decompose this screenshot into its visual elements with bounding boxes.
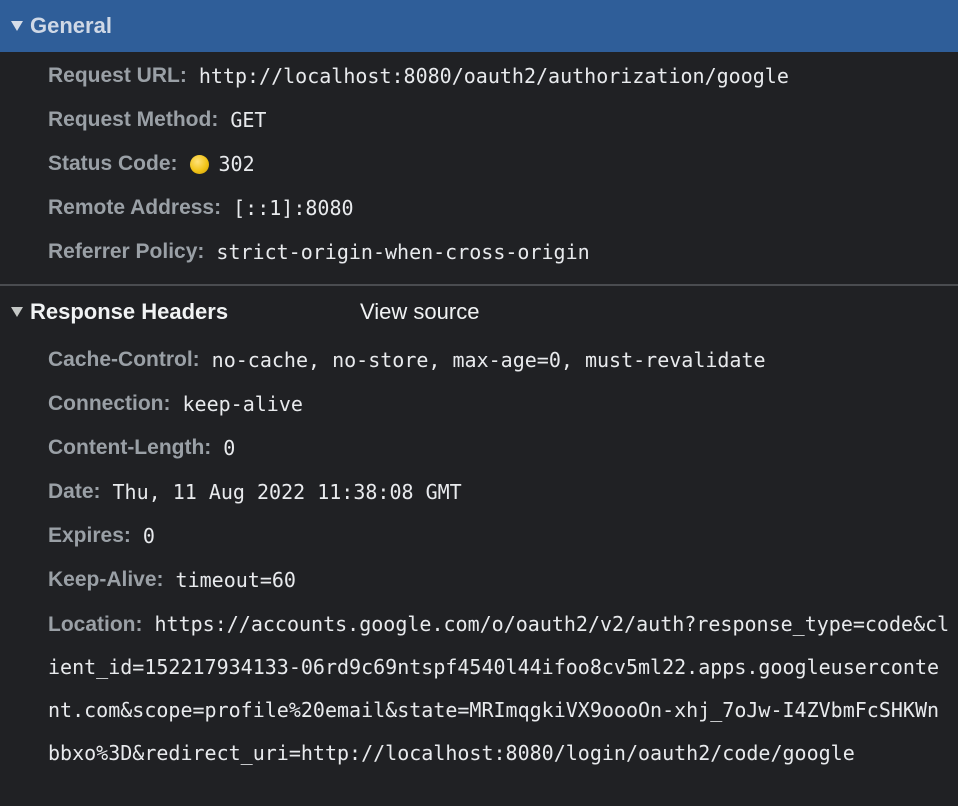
location-key: Location: bbox=[48, 613, 143, 636]
request-method-value[interactable]: GET bbox=[230, 108, 266, 132]
content-length-key: Content-Length: bbox=[48, 436, 212, 459]
date-row: Date: Thu, 11 Aug 2022 11:38:08 GMT bbox=[0, 470, 958, 514]
referrer-policy-value[interactable]: strict-origin-when-cross-origin bbox=[216, 240, 589, 264]
cache-control-value[interactable]: no-cache, no-store, max-age=0, must-reva… bbox=[212, 348, 766, 372]
request-url-row: Request URL: http://localhost:8080/oauth… bbox=[0, 54, 958, 98]
content-length-row: Content-Length: 0 bbox=[0, 426, 958, 470]
location-row: Location: https://accounts.google.com/o/o… bbox=[0, 603, 958, 775]
status-code-row: Status Code: 302 bbox=[0, 142, 958, 186]
response-headers-section-title: Response Headers bbox=[30, 299, 229, 324]
keep-alive-value[interactable]: timeout=60 bbox=[176, 568, 296, 592]
status-dot-icon bbox=[189, 154, 209, 174]
remote-address-row: Remote Address: [::1]:8080 bbox=[0, 186, 958, 230]
connection-key: Connection: bbox=[48, 392, 171, 415]
collapse-triangle-icon[interactable] bbox=[11, 307, 23, 317]
collapse-triangle-icon[interactable] bbox=[11, 21, 23, 31]
response-headers-section-header[interactable]: Response Headers View source bbox=[0, 286, 958, 338]
expires-key: Expires: bbox=[48, 524, 131, 547]
date-key: Date: bbox=[48, 480, 101, 503]
cache-control-row: Cache-Control: no-cache, no-store, max-a… bbox=[0, 338, 958, 382]
content-length-value[interactable]: 0 bbox=[223, 436, 235, 460]
keep-alive-row: Keep-Alive: timeout=60 bbox=[0, 558, 958, 602]
referrer-policy-key: Referrer Policy: bbox=[48, 240, 205, 263]
request-method-row: Request Method: GET bbox=[0, 98, 958, 142]
referrer-policy-row: Referrer Policy: strict-origin-when-cros… bbox=[0, 230, 958, 274]
request-method-key: Request Method: bbox=[48, 108, 219, 131]
response-headers-section-body: Cache-Control: no-cache, no-store, max-a… bbox=[0, 338, 958, 775]
remote-address-key: Remote Address: bbox=[48, 196, 222, 219]
status-code-value[interactable]: 302 bbox=[219, 152, 255, 176]
general-section-header[interactable]: General bbox=[0, 0, 958, 52]
connection-row: Connection: keep-alive bbox=[0, 382, 958, 426]
connection-value[interactable]: keep-alive bbox=[182, 392, 302, 416]
status-code-key: Status Code: bbox=[48, 152, 178, 175]
cache-control-key: Cache-Control: bbox=[48, 348, 200, 371]
expires-value[interactable]: 0 bbox=[143, 524, 155, 548]
keep-alive-key: Keep-Alive: bbox=[48, 568, 164, 591]
view-source-link[interactable]: View source bbox=[360, 299, 479, 325]
expires-row: Expires: 0 bbox=[0, 514, 958, 558]
location-value[interactable]: https://accounts.google.com/o/oauth2/v2/… bbox=[48, 612, 949, 765]
request-url-value[interactable]: http://localhost:8080/oauth2/authorizati… bbox=[199, 64, 789, 88]
date-value[interactable]: Thu, 11 Aug 2022 11:38:08 GMT bbox=[113, 480, 462, 504]
general-section-title: General bbox=[30, 13, 112, 38]
request-url-key: Request URL: bbox=[48, 64, 187, 87]
general-section-body: Request URL: http://localhost:8080/oauth… bbox=[0, 54, 958, 274]
remote-address-value[interactable]: [::1]:8080 bbox=[233, 196, 353, 220]
